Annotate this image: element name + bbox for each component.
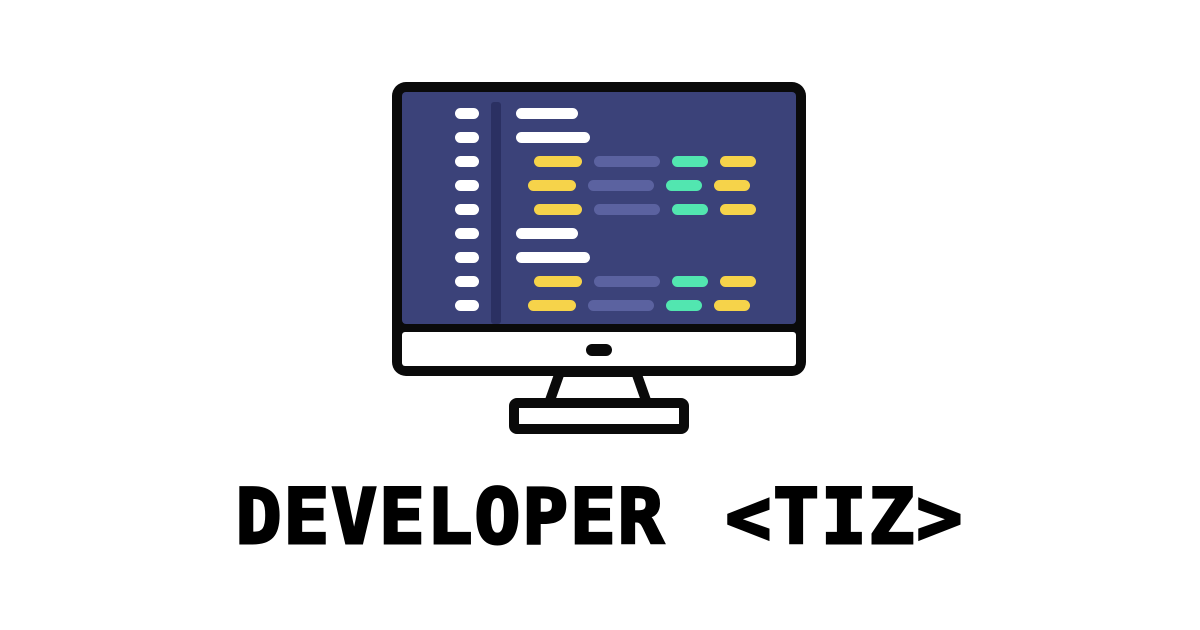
- brand-handle: <TIZ>: [724, 471, 965, 563]
- brand-word: DEVELOPER: [234, 471, 666, 563]
- desktop-monitor-code-icon: [392, 82, 806, 434]
- power-button-icon: [586, 344, 612, 356]
- line-numbers: [455, 108, 479, 311]
- editor-gutter-divider: [491, 102, 501, 324]
- monitor-stand-base: [509, 398, 689, 434]
- logo: [380, 70, 820, 440]
- brand-title: DEVELOPER <TIZ>: [0, 471, 1200, 563]
